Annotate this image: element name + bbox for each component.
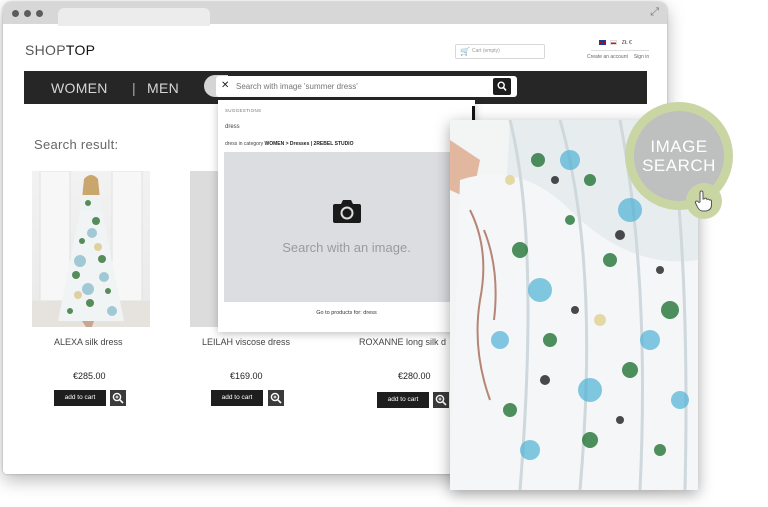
create-account-link[interactable]: Create an account [587, 54, 628, 60]
product-image-alexa[interactable] [32, 170, 150, 327]
browser-titlebar: ⤢ [3, 2, 667, 26]
category-path: WOMEN > Dresses | 2REBEL STUDIO [264, 141, 354, 147]
search-button[interactable] [493, 78, 511, 95]
nav-separator: | [132, 80, 136, 96]
suggestion-item[interactable]: dress [225, 124, 240, 130]
header-divider [591, 50, 649, 51]
image-search-badge[interactable]: IMAGE SEARCH [625, 102, 733, 219]
model-in-dress-image [32, 170, 150, 327]
search-icon [497, 81, 507, 92]
product-name[interactable]: LEILAH viscose dress [202, 337, 290, 347]
logo-top: TOP [65, 42, 96, 58]
cart-widget[interactable]: 🛒 Cart (empty) [455, 44, 545, 59]
stage: ⤢ SHOPTOP 🛒 Cart (empty) ZŁ € Create an … [0, 0, 768, 507]
nav-item-men[interactable]: MEN [147, 80, 179, 96]
product-name[interactable]: ALEXA silk dress [54, 337, 123, 347]
cart-icon: 🛒 [460, 47, 470, 56]
nav-item-women[interactable]: WOMEN [51, 80, 108, 96]
logo-shop: SHOP [25, 42, 66, 58]
suggestions-heading: SUGGESTIONS [225, 108, 262, 113]
badge-line2: SEARCH [642, 156, 716, 175]
flag-uk-icon[interactable] [599, 40, 606, 46]
category-prefix: dress [225, 141, 238, 147]
product-price: €169.00 [230, 371, 263, 381]
product-price: €285.00 [73, 371, 106, 381]
window-minimize-dot[interactable] [24, 10, 31, 17]
language-currency: ZŁ € [599, 40, 632, 46]
add-to-cart-button[interactable]: add to cart [54, 390, 106, 406]
suggestion-category-item[interactable]: dress in category WOMEN > Dresses | 2REB… [225, 141, 353, 147]
zoom-button[interactable] [268, 390, 284, 406]
browser-tab[interactable] [58, 8, 210, 26]
search-suggestions-dropdown: SUGGESTIONS dress dress in category WOME… [218, 100, 475, 332]
account-links: Create an account Sign in [587, 54, 655, 60]
badge-hand-circle [686, 183, 722, 219]
expand-icon[interactable]: ⤢ [650, 6, 659, 19]
search-input[interactable] [236, 79, 466, 94]
flag-pl-icon[interactable] [610, 40, 618, 46]
zoom-button[interactable] [433, 392, 449, 408]
pointer-hand-icon [694, 190, 712, 212]
search-result-title: Search result: [34, 137, 119, 152]
close-icon[interactable]: ✕ [221, 80, 229, 91]
add-to-cart-button[interactable]: add to cart [377, 392, 429, 408]
currency-selector[interactable]: ZŁ € [622, 40, 632, 46]
zoom-icon [435, 394, 447, 406]
go-to-products-link[interactable]: Go to products for: dress [218, 310, 475, 316]
window-close-dot[interactable] [12, 10, 19, 17]
zoom-icon [270, 392, 282, 404]
badge-line1: IMAGE [650, 137, 708, 156]
search-bar[interactable]: ✕ [216, 76, 517, 97]
sign-in-link[interactable]: Sign in [634, 54, 649, 60]
window-zoom-dot[interactable] [36, 10, 43, 17]
add-to-cart-button[interactable]: add to cart [211, 390, 263, 406]
product-name[interactable]: ROXANNE long silk d [359, 337, 446, 347]
drop-zone-text: Search with an image. [282, 240, 411, 255]
product-price: €280.00 [398, 371, 431, 381]
cart-label: Cart (empty) [472, 48, 500, 54]
image-drop-zone[interactable]: Search with an image. [224, 152, 469, 302]
category-in: in category [237, 141, 265, 147]
zoom-button[interactable] [110, 390, 126, 406]
site-logo[interactable]: SHOPTOP [25, 42, 95, 58]
camera-icon [333, 200, 361, 223]
zoom-icon [112, 392, 124, 404]
